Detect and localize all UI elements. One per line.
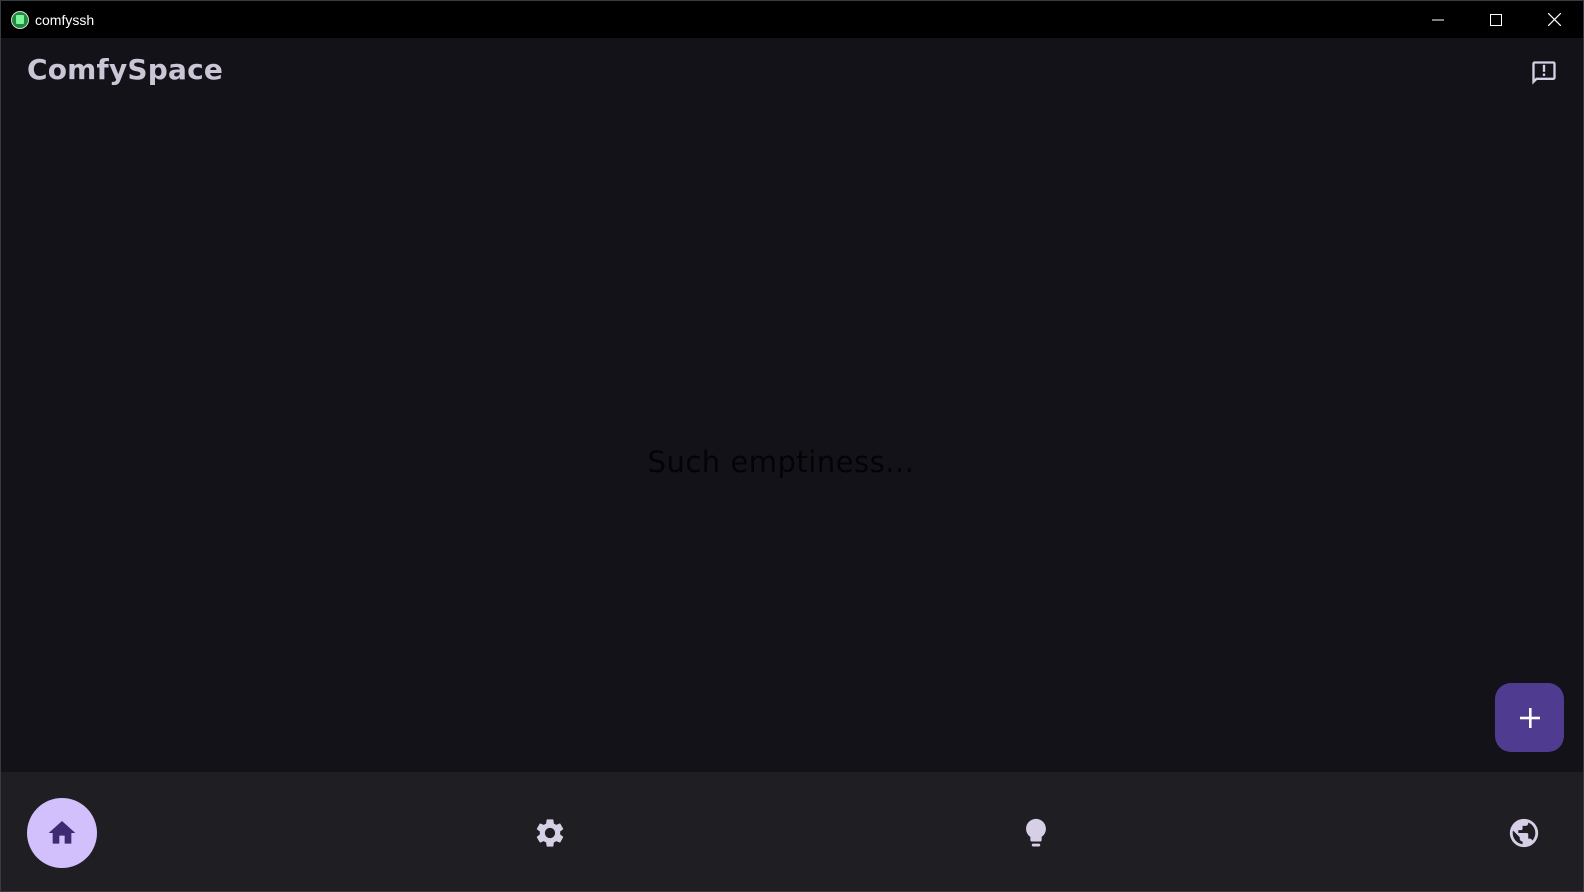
bottom-navigation <box>1 772 1583 891</box>
gear-icon <box>536 819 564 847</box>
window-title: comfyssh <box>35 11 95 28</box>
window-titlebar[interactable]: comfyssh <box>1 1 1583 38</box>
close-button[interactable] <box>1525 1 1583 38</box>
minimize-icon <box>1432 19 1444 20</box>
lightbulb-icon <box>1026 818 1046 847</box>
nav-item-home[interactable] <box>27 798 97 868</box>
app-logo-icon <box>11 10 29 29</box>
add-button[interactable] <box>1495 683 1564 752</box>
maximize-button[interactable] <box>1467 1 1525 38</box>
nav-item-settings[interactable] <box>515 798 585 868</box>
close-icon <box>1547 13 1561 26</box>
plus-icon <box>1519 707 1540 728</box>
maximize-icon <box>1490 13 1502 26</box>
nav-item-web[interactable] <box>1489 798 1559 868</box>
home-icon <box>48 821 76 844</box>
feedback-button[interactable] <box>1527 56 1561 90</box>
empty-state-message: Such emptiness... <box>647 445 915 479</box>
globe-icon <box>1509 818 1539 848</box>
app-window: comfyssh ComfySpace Such emptiness... <box>0 0 1584 892</box>
nav-item-tips[interactable] <box>1001 798 1071 868</box>
feedback-icon <box>1532 61 1556 85</box>
minimize-button[interactable] <box>1409 1 1467 38</box>
app-title: ComfySpace <box>27 53 224 86</box>
window-controls <box>1409 1 1583 38</box>
